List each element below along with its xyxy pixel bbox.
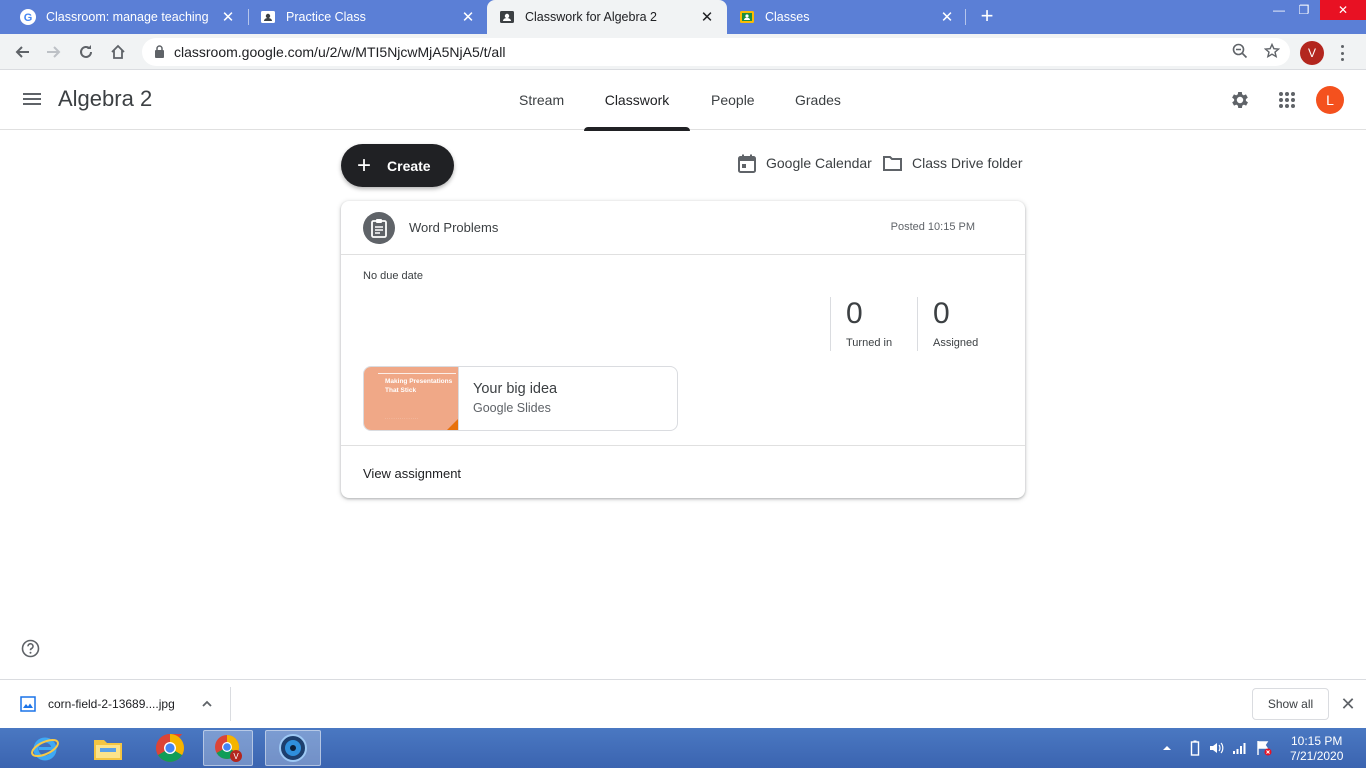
tab-grades[interactable]: Grades (795, 70, 841, 130)
image-file-icon (20, 696, 36, 712)
tab-stream[interactable]: Stream (519, 70, 564, 130)
turned-in-count: 0 (846, 297, 863, 330)
class-drive-folder-label: Class Drive folder (912, 155, 1023, 171)
tab-title: Practice Class (286, 10, 366, 24)
zoom-icon[interactable] (1232, 43, 1248, 64)
close-tab-icon[interactable]: ✕ (220, 9, 236, 26)
downloads-bar: corn-field-2-13689....jpg Show all ✕ (0, 679, 1366, 728)
assigned-count: 0 (933, 297, 950, 330)
divider (230, 687, 231, 721)
assignment-icon (363, 212, 395, 244)
close-window-icon[interactable]: ✕ (1320, 0, 1366, 20)
browser-tab-classwork[interactable]: Classwork for Algebra 2 ✕ (487, 0, 727, 34)
create-button[interactable]: + Create (341, 144, 454, 187)
assignment-card-header[interactable]: Word Problems Posted 10:15 PM (341, 201, 1025, 255)
classroom-header: Algebra 2 Stream Classwork People Grades (0, 70, 1366, 131)
home-icon[interactable] (106, 40, 130, 64)
due-date: No due date (363, 270, 423, 282)
browser-toolbar: classroom.google.com/u/2/w/MTI5NjcwMjA5N… (0, 34, 1366, 70)
classroom-tab-icon (499, 9, 515, 25)
reload-icon[interactable] (74, 40, 98, 64)
browser-profile-avatar[interactable]: V (1300, 41, 1324, 65)
slides-thumbnail: Making Presentations That Stick · · · · … (364, 367, 459, 430)
thumbnail-title: Making Presentations That Stick (385, 378, 453, 394)
folder-icon (883, 156, 902, 171)
bookmark-star-icon[interactable] (1263, 42, 1281, 64)
internet-explorer-icon[interactable] (15, 730, 75, 766)
url-text: classroom.google.com/u/2/w/MTI5NjcwMjA5N… (174, 44, 506, 60)
create-label: Create (387, 157, 431, 174)
google-classroom-icon (739, 9, 755, 25)
battery-icon[interactable] (1190, 736, 1200, 760)
account-avatar[interactable]: L (1316, 86, 1344, 114)
chrome-profile-icon[interactable]: V (203, 730, 253, 766)
close-tab-icon[interactable]: ✕ (939, 9, 955, 26)
restore-window-icon[interactable]: ❐ (1289, 0, 1319, 20)
chevron-up-icon[interactable] (200, 697, 214, 716)
attachment-type: Google Slides (473, 401, 551, 415)
browser-menu-icon[interactable] (1338, 43, 1346, 63)
action-center-flag-icon[interactable] (1256, 736, 1272, 760)
clock-time: 10:15 PM (1291, 734, 1343, 748)
tab-people[interactable]: People (711, 70, 755, 130)
volume-icon[interactable] (1208, 736, 1224, 760)
chrome-icon[interactable] (140, 730, 200, 766)
media-app-icon[interactable] (265, 730, 321, 766)
show-all-button[interactable]: Show all (1252, 688, 1329, 720)
posted-time: Posted 10:15 PM (890, 221, 975, 233)
assignment-title: Word Problems (409, 220, 499, 235)
close-downloads-icon[interactable]: ✕ (1340, 695, 1356, 713)
system-clock[interactable]: 10:15 PM 7/21/2020 (1290, 734, 1343, 764)
new-tab-button[interactable]: + (976, 5, 998, 28)
plus-icon: + (357, 151, 372, 179)
google-calendar-label: Google Calendar (766, 155, 872, 171)
file-explorer-icon[interactable] (78, 730, 138, 766)
browser-tab-classes[interactable]: Classes ✕ (727, 0, 967, 34)
tab-title: Classroom: manage teaching and (46, 10, 212, 24)
attachment-google-slides[interactable]: Making Presentations That Stick · · · · … (363, 366, 678, 431)
attachment-name: Your big idea (473, 381, 558, 397)
google-calendar-link[interactable]: Google Calendar (738, 152, 872, 174)
download-file-name: corn-field-2-13689....jpg (48, 697, 175, 711)
view-assignment-link[interactable]: View assignment (363, 466, 461, 481)
tab-classwork[interactable]: Classwork (584, 70, 690, 131)
assigned-label: Assigned (933, 337, 979, 349)
close-tab-icon[interactable]: ✕ (460, 9, 476, 26)
svg-text:G: G (24, 12, 33, 24)
tab-separator (965, 9, 966, 25)
forward-arrow-icon[interactable] (42, 40, 66, 64)
google-g-icon: G (20, 9, 36, 25)
lock-icon (154, 45, 165, 63)
windows-taskbar: V 10:15 PM 7/21/2020 (0, 728, 1366, 768)
browser-tab-classroom-home[interactable]: G Classroom: manage teaching and ✕ (8, 0, 248, 34)
tab-title: Classwork for Algebra 2 (525, 10, 658, 24)
main-menu-icon[interactable] (22, 90, 42, 110)
svg-text:V: V (233, 752, 239, 761)
close-tab-icon[interactable]: ✕ (699, 9, 715, 26)
network-signal-icon[interactable] (1232, 736, 1248, 760)
calendar-icon (738, 154, 756, 173)
turned-in-label: Turned in (846, 337, 893, 349)
back-arrow-icon[interactable] (10, 40, 34, 64)
settings-gear-icon[interactable] (1228, 88, 1252, 112)
address-bar[interactable]: classroom.google.com/u/2/w/MTI5NjcwMjA5N… (142, 38, 1290, 66)
class-name[interactable]: Algebra 2 (58, 86, 152, 112)
class-drive-folder-link[interactable]: Class Drive folder (883, 152, 1022, 174)
clock-date: 7/21/2020 (1290, 749, 1344, 763)
tab-title: Classes (765, 10, 810, 24)
turned-in-stat[interactable]: 0 Turned in (830, 297, 892, 351)
thumbnail-subtitle: · · · · · · · · · · · · · · · · (385, 417, 419, 421)
google-apps-grid-icon[interactable] (1275, 88, 1299, 112)
download-item[interactable]: corn-field-2-13689....jpg (20, 696, 175, 712)
assignment-card-footer: View assignment (341, 445, 1025, 498)
help-icon[interactable] (21, 639, 40, 658)
browser-tab-strip: G Classroom: manage teaching and ✕ Pract… (0, 0, 1366, 34)
classroom-tab-icon (260, 9, 276, 25)
browser-tab-practice-class[interactable]: Practice Class ✕ (248, 0, 488, 34)
tray-expand-icon[interactable] (1162, 736, 1172, 760)
assignment-card: Word Problems Posted 10:15 PM No due dat… (341, 201, 1025, 498)
assigned-stat[interactable]: 0 Assigned (917, 297, 978, 351)
